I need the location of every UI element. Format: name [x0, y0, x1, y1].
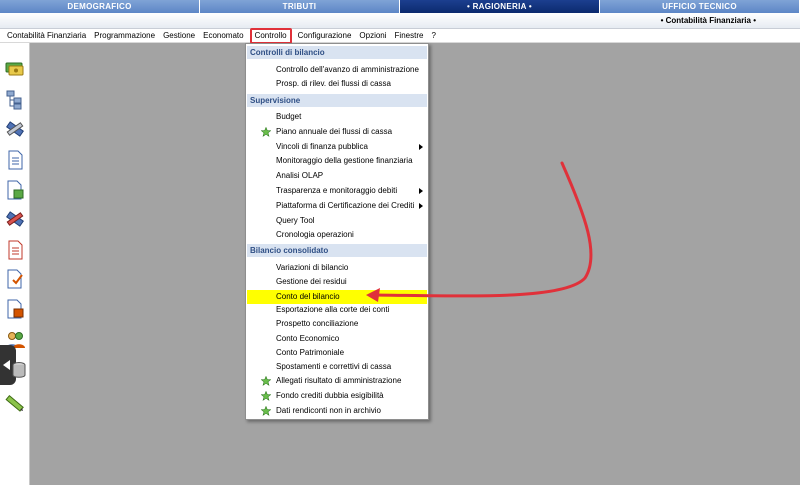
menu-opzioni[interactable]: Opzioni — [355, 30, 390, 42]
menu-finestre[interactable]: Finestre — [391, 30, 428, 42]
submenu-arrow-icon — [419, 203, 423, 209]
report-icon[interactable] — [4, 239, 26, 261]
menu-controllo[interactable]: Controllo — [249, 27, 292, 44]
star-icon — [261, 391, 271, 401]
menu-item-cronologia-operazioni[interactable]: Cronologia operazioni — [247, 228, 427, 242]
menu-programmazione[interactable]: Programmazione — [90, 30, 159, 42]
menu-item-variazioni-bilancio[interactable]: Variazioni di bilancio — [247, 261, 427, 275]
document-icon[interactable] — [4, 149, 26, 171]
star-icon — [261, 406, 271, 416]
menu-item-query-tool[interactable]: Query Tool — [247, 214, 427, 228]
submenu-arrow-icon — [419, 188, 423, 194]
menu-item-gestione-residui[interactable]: Gestione dei residui — [247, 275, 427, 289]
menu-item-prosp-rilev-flussi[interactable]: Prosp. di rilev. dei flussi di cassa — [247, 77, 427, 91]
menu-item-conto-patrimoniale[interactable]: Conto Patrimoniale — [247, 346, 427, 360]
tab-tributi[interactable]: TRIBUTI — [200, 0, 400, 13]
section-controlli-di-bilancio: Controlli di bilancio — [247, 46, 427, 59]
menu-item-analisi-olap[interactable]: Analisi OLAP — [247, 169, 427, 183]
tab-ragioneria[interactable]: • RAGIONERIA • — [400, 0, 600, 13]
menu-item-fondo-crediti[interactable]: Fondo crediti dubbia esigibilità — [247, 389, 427, 403]
context-bar: • Contabilità Finanziaria • — [0, 13, 800, 29]
menu-contabilita-finanziaria[interactable]: Contabilità Finanziaria — [3, 30, 90, 42]
tools-settings-icon[interactable] — [4, 208, 26, 230]
menu-item-prospetto-conciliazione[interactable]: Prospetto conciliazione — [247, 317, 427, 331]
menu-configurazione[interactable]: Configurazione — [294, 30, 356, 42]
menu-economato[interactable]: Economato — [199, 30, 247, 42]
document-export-icon[interactable] — [4, 298, 26, 320]
tab-ufficio-tecnico[interactable]: UFFICIO TECNICO — [600, 0, 800, 13]
menu-item-monitoraggio-gestione[interactable]: Monitoraggio della gestione finanziaria — [247, 154, 427, 168]
star-icon — [261, 376, 271, 386]
module-tabs: DEMOGRAFICO TRIBUTI • RAGIONERIA • UFFIC… — [0, 0, 800, 13]
pencil-icon[interactable] — [4, 392, 26, 414]
document-edit-icon[interactable] — [4, 179, 26, 201]
menu-gestione[interactable]: Gestione — [159, 30, 199, 42]
menu-item-esportazione-corte-conti[interactable]: Esportazione alla corte dei conti — [247, 303, 427, 317]
section-bilancio-consolidato: Bilancio consolidato — [247, 244, 427, 257]
menu-item-conto-economico[interactable]: Conto Economico — [247, 332, 427, 346]
menu-item-budget[interactable]: Budget — [247, 110, 427, 124]
menu-bar: Contabilità Finanziaria Programmazione G… — [0, 27, 800, 44]
tools-icon[interactable] — [4, 118, 26, 140]
star-icon — [261, 127, 271, 137]
menu-item-conto-del-bilancio[interactable]: Conto del bilancio — [247, 290, 427, 304]
context-title: • Contabilità Finanziaria • — [660, 16, 756, 25]
hierarchy-icon[interactable] — [4, 88, 26, 110]
submenu-arrow-icon — [419, 144, 423, 150]
menu-item-controllo-avanzo[interactable]: Controllo dell'avanzo di amministrazione — [247, 63, 427, 77]
menu-item-vincoli-finanza[interactable]: Vincoli di finanza pubblica — [247, 140, 427, 154]
checklist-icon[interactable] — [4, 268, 26, 290]
left-toolbar — [0, 43, 30, 485]
menu-item-piattaforma-crediti[interactable]: Piattaforma di Certificazione dei Credit… — [247, 199, 427, 213]
menu-help[interactable]: ? — [427, 30, 439, 42]
controllo-dropdown-menu: Controlli di bilancio Controllo dell'ava… — [245, 43, 429, 420]
money-icon[interactable] — [4, 57, 26, 79]
menu-item-spostamenti-correttivi[interactable]: Spostamenti e correttivi di cassa — [247, 360, 427, 374]
menu-item-dati-rendiconti[interactable]: Dati rendiconti non in archivio — [247, 404, 427, 418]
section-supervisione: Supervisione — [247, 94, 427, 107]
menu-item-piano-annuale-flussi[interactable]: Piano annuale dei flussi di cassa — [247, 125, 427, 139]
database-icon[interactable] — [8, 359, 30, 381]
menu-item-trasparenza-debiti[interactable]: Trasparenza e monitoraggio debiti — [247, 184, 427, 198]
menu-item-allegati-risultato[interactable]: Allegati risultato di amministrazione — [247, 374, 427, 388]
tab-demografico[interactable]: DEMOGRAFICO — [0, 0, 200, 13]
